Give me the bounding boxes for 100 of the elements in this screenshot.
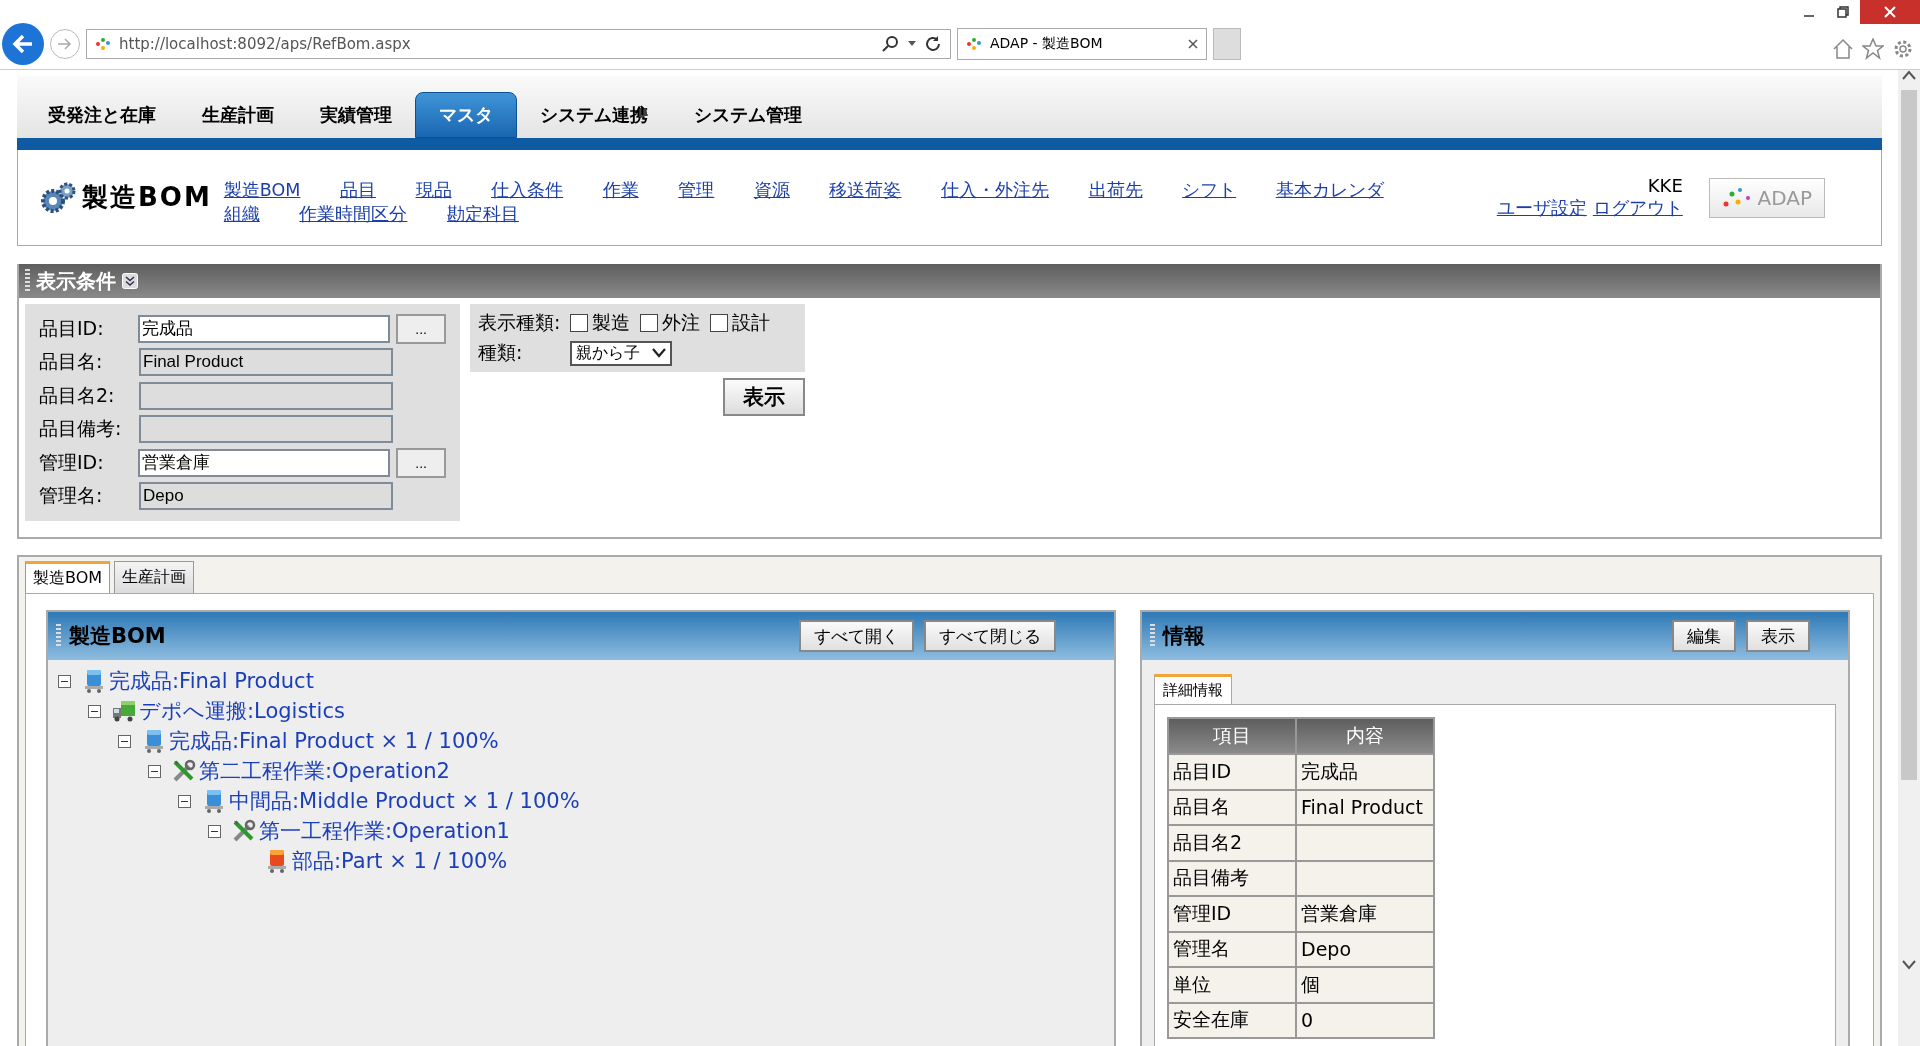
field-label: 品目名2: <box>39 382 116 408</box>
table-cell: 品目名2 <box>1168 825 1296 861</box>
nav-link[interactable]: 作業時間区分 <box>299 203 408 224</box>
nav-link[interactable]: 資源 <box>753 179 790 200</box>
grip-icon[interactable] <box>25 269 30 293</box>
field-label: 品目備考: <box>39 416 123 442</box>
close-window-button[interactable] <box>1860 0 1920 24</box>
close-icon[interactable] <box>1188 38 1198 49</box>
toolbar-button[interactable]: 表示 <box>1746 620 1810 652</box>
site-icon <box>95 35 111 52</box>
tree-item[interactable]: デポへ運搬:Logistics <box>139 697 345 725</box>
scrollbar[interactable] <box>1898 70 1920 1046</box>
input-field[interactable] <box>139 415 393 444</box>
nav-link[interactable]: 出荷先 <box>1088 179 1143 200</box>
nav-tab[interactable]: システム連携 <box>517 92 671 138</box>
field-label: 品目ID: <box>39 315 105 341</box>
search-icon[interactable] <box>882 34 900 53</box>
nav-link[interactable]: 移送荷姿 <box>829 179 902 200</box>
user-link[interactable]: ユーザ設定 <box>1496 196 1587 220</box>
input-field[interactable]: 営業倉庫 <box>138 448 391 477</box>
tree-item[interactable]: 第二工程作業:Operation2 <box>199 757 450 785</box>
nav-link[interactable]: 基本カレンダ <box>1275 179 1384 200</box>
address-bar[interactable]: http://localhost:8092/aps/RefBom.aspx <box>86 28 951 59</box>
caret-icon <box>652 348 667 358</box>
grip-icon[interactable] <box>1150 624 1155 648</box>
tab[interactable]: 生産計画 <box>114 561 195 593</box>
user-name: KKE <box>1647 175 1683 196</box>
nav-tab[interactable]: システム管理 <box>671 92 825 138</box>
input-field[interactable]: 完成品 <box>138 314 391 343</box>
field-label: 管理ID: <box>39 449 105 475</box>
user-link[interactable]: ログアウト <box>1592 196 1683 220</box>
nav-link[interactable]: 現品 <box>415 179 452 200</box>
refresh-icon[interactable] <box>924 34 942 53</box>
restore-icon[interactable] <box>1837 6 1849 18</box>
table-cell: 安全在庫 <box>1168 1002 1296 1038</box>
tree-item[interactable]: 部品:Part × 1 / 100% <box>292 847 508 875</box>
nav-link[interactable]: 仕入・外注先 <box>941 179 1049 200</box>
collapse-toggle-icon[interactable] <box>58 674 71 688</box>
nav-link[interactable]: 組織 <box>223 203 260 224</box>
collapse-toggle-icon[interactable] <box>88 704 101 718</box>
checkbox[interactable] <box>570 314 589 332</box>
table-cell: Final Product <box>1296 789 1434 825</box>
lookup-button[interactable]: ... <box>396 313 446 344</box>
toolbar-button[interactable]: すべて開く <box>799 620 914 652</box>
toolbar-button[interactable]: すべて閉じる <box>924 620 1056 652</box>
nav-tab[interactable]: 実績管理 <box>297 92 415 138</box>
tree-item[interactable]: 中間品:Middle Product × 1 / 100% <box>229 787 580 815</box>
dropdown-value: 親から子 <box>576 342 641 364</box>
collapse-toggle-icon[interactable] <box>178 794 191 808</box>
collapse-toggle-icon[interactable] <box>148 764 161 778</box>
table-cell: 品目備考 <box>1168 860 1296 896</box>
show-button[interactable]: 表示 <box>723 378 805 416</box>
nav-link[interactable]: 製造BOM <box>223 179 301 200</box>
panel-title: 表示条件 <box>36 267 116 295</box>
nav-link[interactable]: 仕入条件 <box>491 179 564 200</box>
dropdown-caret-icon[interactable] <box>908 40 916 47</box>
forward-arrow-icon <box>57 36 73 51</box>
collapse-icon[interactable] <box>122 273 138 289</box>
nav-tab[interactable]: マスタ <box>415 92 517 138</box>
checkbox-label: 設計 <box>732 310 771 335</box>
collapse-toggle-icon[interactable] <box>208 824 221 838</box>
toolbar-button[interactable]: 編集 <box>1672 620 1736 652</box>
table-cell: 個 <box>1296 967 1434 1003</box>
dropdown[interactable]: 親から子 <box>570 340 673 366</box>
nav-link[interactable]: 品目 <box>339 179 376 200</box>
part-icon <box>265 848 289 874</box>
product-icon <box>82 668 106 694</box>
nav-link[interactable]: 管理 <box>678 179 715 200</box>
settings-icon[interactable] <box>1892 38 1914 60</box>
scroll-up-icon <box>1902 70 1916 80</box>
nav-tab[interactable]: 生産計画 <box>179 92 297 138</box>
table-cell: 品目名 <box>1168 789 1296 825</box>
star-icon[interactable] <box>1862 38 1884 60</box>
input-field[interactable]: Depo <box>139 482 393 511</box>
gears-icon <box>40 180 76 215</box>
checkbox-label: 外注 <box>662 310 701 335</box>
input-field[interactable] <box>139 381 393 410</box>
table-cell: 管理ID <box>1168 896 1296 932</box>
lookup-button[interactable]: ... <box>396 447 446 478</box>
tree-item[interactable]: 完成品:Final Product <box>109 667 314 695</box>
grip-icon[interactable] <box>56 624 61 648</box>
checkbox[interactable] <box>710 314 729 332</box>
browser-tab[interactable]: ADAP - 製造BOM <box>957 27 1207 60</box>
panel-title: 情報 <box>1163 623 1206 650</box>
nav-link[interactable]: 勘定科目 <box>446 203 519 224</box>
tree-item[interactable]: 第一工程作業:Operation1 <box>259 817 510 845</box>
checkbox[interactable] <box>640 314 659 332</box>
collapse-toggle-icon[interactable] <box>118 734 131 748</box>
nav-link[interactable]: 作業 <box>602 179 639 200</box>
tab[interactable]: 詳細情報 <box>1154 674 1232 704</box>
tab[interactable]: 製造BOM <box>25 561 111 593</box>
table-cell: Depo <box>1296 931 1434 967</box>
back-button[interactable] <box>2 22 44 65</box>
tree-item[interactable]: 完成品:Final Product × 1 / 100% <box>169 727 499 755</box>
nav-link[interactable]: シフト <box>1182 179 1237 200</box>
home-icon[interactable] <box>1832 38 1854 60</box>
nav-tab[interactable]: 受発注と在庫 <box>25 92 179 138</box>
input-field[interactable]: Final Product <box>139 348 393 377</box>
panel-title: 製造BOM <box>69 623 167 650</box>
table-cell: 単位 <box>1168 967 1296 1003</box>
